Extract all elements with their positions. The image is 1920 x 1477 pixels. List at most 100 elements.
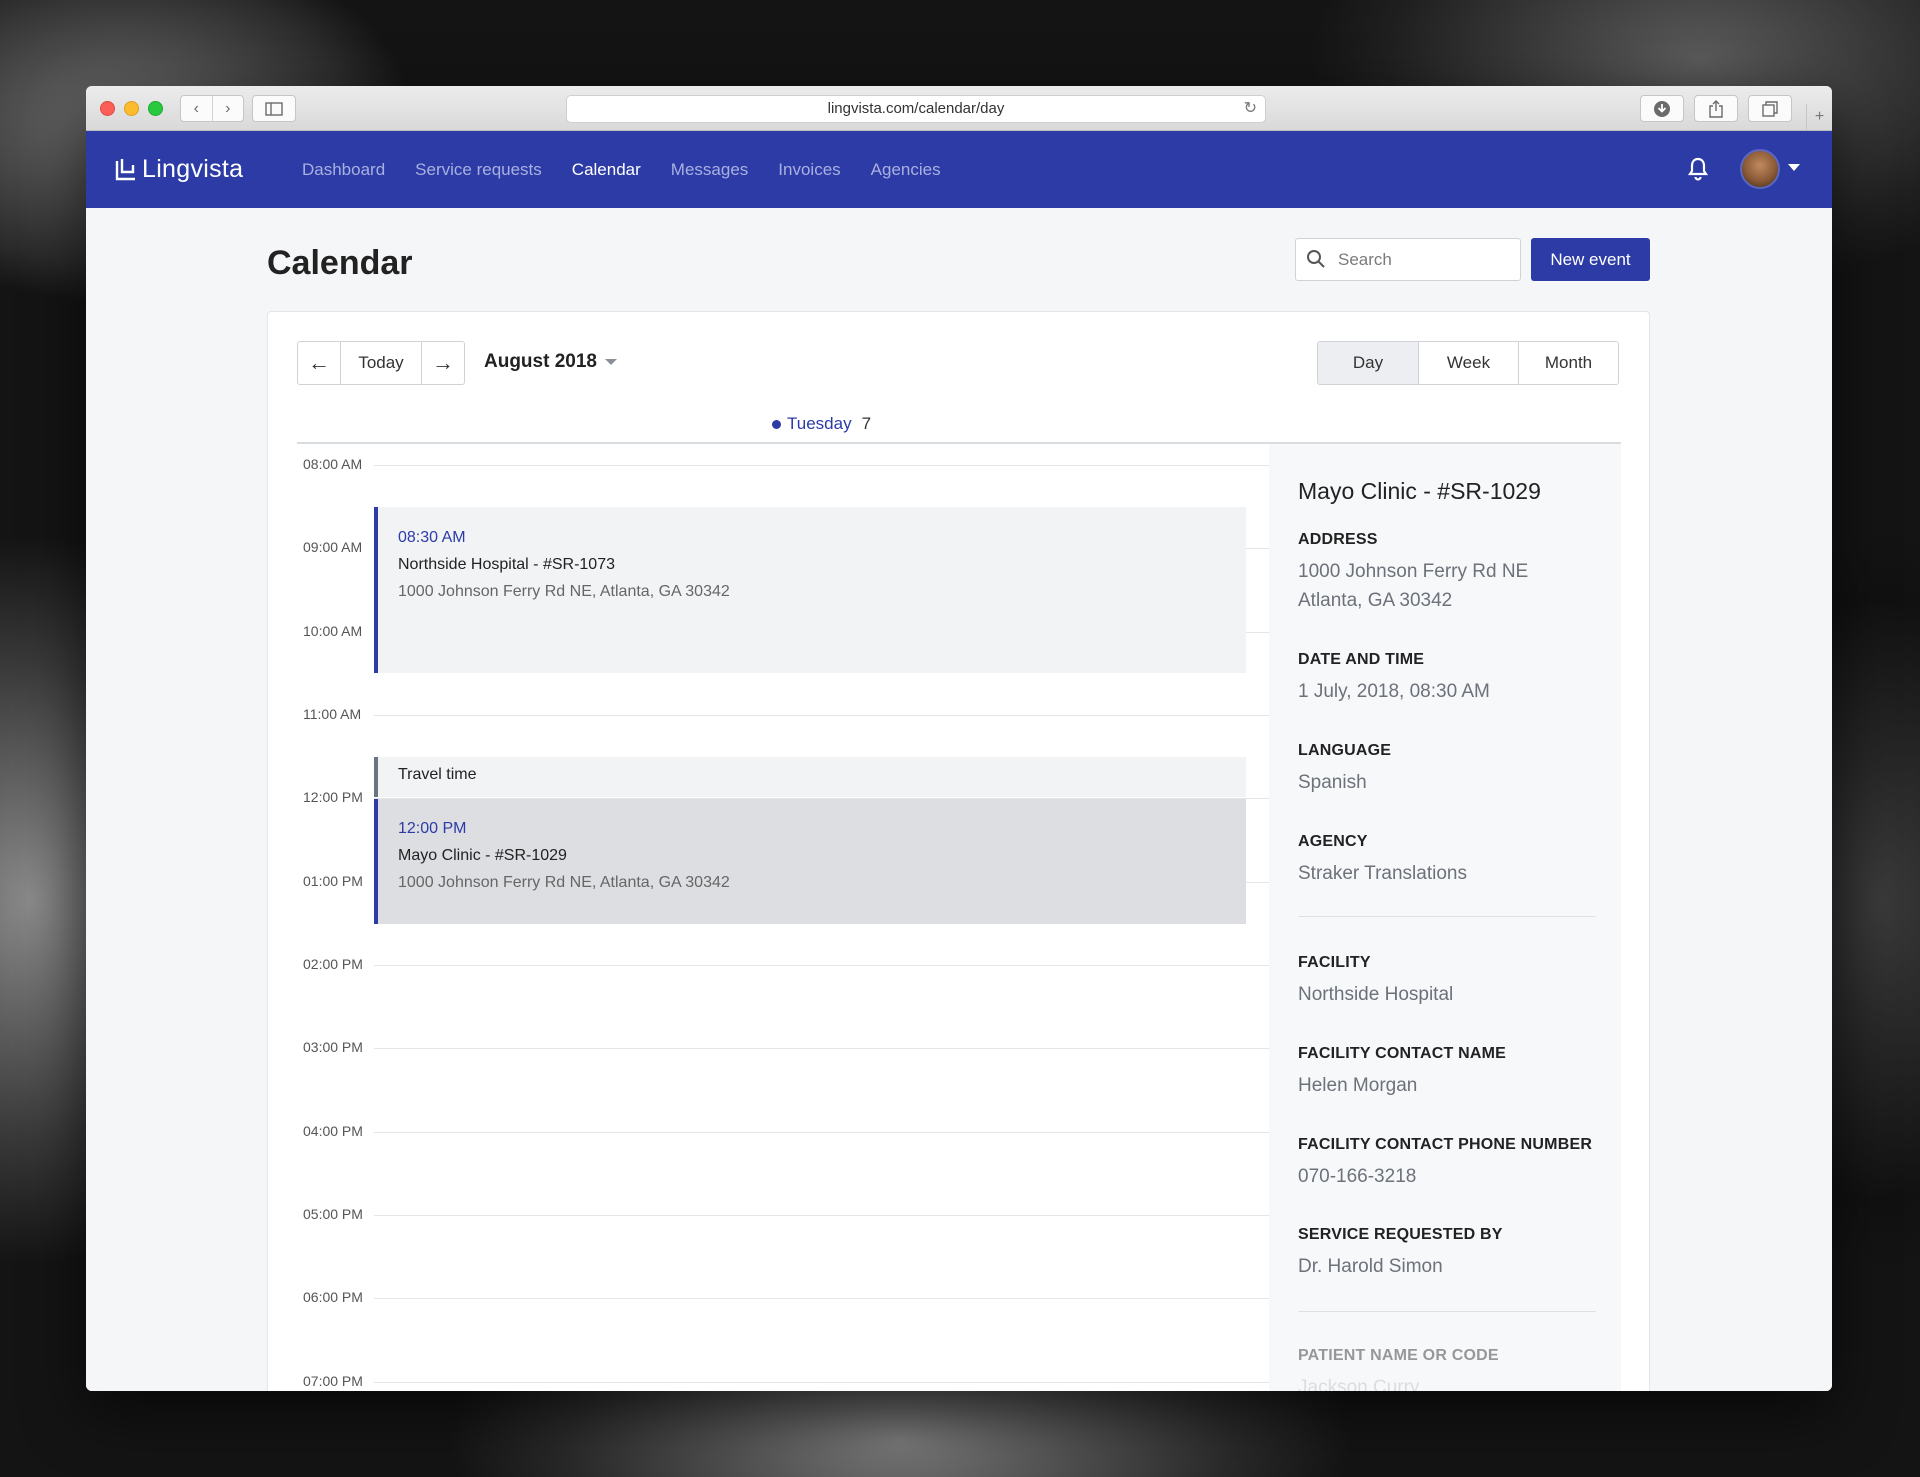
event-details-panel: Mayo Clinic - #SR-1029 ADDRESS 1000 John… (1269, 444, 1621, 1391)
hour-line (374, 1298, 1269, 1299)
lingvista-logo-icon (115, 158, 135, 180)
hour-line (374, 1132, 1269, 1133)
contact-phone-label: FACILITY CONTACT PHONE NUMBER (1298, 1136, 1593, 1153)
hour-line (374, 465, 1269, 466)
today-button[interactable]: Today (340, 342, 422, 384)
browser-toolbar: ‹ › lingvista.com/calendar/day ↻ + (86, 86, 1832, 131)
calendar-page: Calendar New event ← Today → August 2018… (86, 208, 1832, 1391)
user-avatar[interactable] (1740, 149, 1780, 189)
travel-time-label: Travel time (398, 766, 477, 783)
search-input[interactable] (1338, 245, 1513, 274)
time-slot: 08:00 AM (297, 456, 1269, 472)
downloads-button[interactable] (1640, 95, 1684, 122)
patient-value: Jackson Curry (1298, 1377, 1420, 1391)
address-line-1: 1000 Johnson Ferry Rd NE (1298, 561, 1529, 582)
history-buttons: ‹ › (180, 95, 244, 122)
share-button[interactable] (1694, 95, 1738, 122)
time-slot: 07:00 PM (297, 1373, 1269, 1389)
time-label: 04:00 PM (303, 1123, 363, 1139)
hour-line (374, 715, 1269, 716)
hour-line (374, 1382, 1269, 1383)
time-label: 11:00 AM (303, 706, 362, 722)
back-arrow-icon[interactable]: ‹ (181, 96, 212, 121)
next-day-button[interactable]: → (422, 342, 464, 384)
day-number: 7 (861, 414, 872, 433)
time-label: 02:00 PM (303, 956, 363, 972)
window-controls (100, 101, 163, 116)
previous-day-button[interactable]: ← (298, 342, 340, 384)
nav-messages[interactable]: Messages (671, 160, 748, 180)
time-label: 06:00 PM (303, 1289, 363, 1305)
new-tab-button[interactable]: + (1806, 104, 1832, 130)
forward-arrow-icon[interactable]: › (211, 96, 244, 121)
calendar-card: ← Today → August 2018 Day Week Month Tue… (267, 311, 1650, 1391)
time-label: 01:00 PM (303, 873, 363, 889)
notifications-bell-icon[interactable] (1686, 156, 1710, 182)
view-week-button[interactable]: Week (1418, 342, 1518, 384)
event-time: 12:00 PM (398, 820, 467, 837)
sidebar-toggle-button[interactable] (252, 95, 296, 122)
nav-calendar[interactable]: Calendar (572, 160, 641, 180)
sidebar-icon (265, 101, 283, 116)
user-menu-caret-icon[interactable] (1788, 164, 1800, 171)
hour-line (374, 965, 1269, 966)
address-bar[interactable]: lingvista.com/calendar/day ↻ (566, 95, 1266, 123)
tabs-overview-button[interactable] (1748, 95, 1792, 122)
agency-value: Straker Translations (1298, 863, 1467, 884)
view-day-button[interactable]: Day (1318, 342, 1418, 384)
close-window-button[interactable] (100, 101, 115, 116)
url-text: lingvista.com/calendar/day (827, 100, 1005, 117)
contact-name-label: FACILITY CONTACT NAME (1298, 1045, 1507, 1062)
nav-invoices[interactable]: Invoices (778, 160, 840, 180)
brand-logo[interactable]: Lingvista (114, 155, 243, 184)
facility-label: FACILITY (1298, 954, 1371, 971)
month-label: August 2018 (484, 351, 597, 372)
datetime-value: 1 July, 2018, 08:30 AM (1298, 681, 1490, 702)
time-label: 05:00 PM (303, 1206, 363, 1222)
address-label: ADDRESS (1298, 531, 1378, 548)
day-timeline: 08:00 AM 09:00 AM 10:00 AM 11:00 AM 12:0… (297, 444, 1269, 1391)
time-slot: 05:00 PM (297, 1206, 1269, 1222)
travel-time-block[interactable]: Travel time (374, 757, 1246, 797)
time-label: 08:00 AM (303, 456, 363, 472)
time-label: 03:00 PM (303, 1039, 363, 1055)
page-title: Calendar (267, 244, 413, 282)
reload-icon[interactable]: ↻ (1244, 96, 1257, 122)
event-title: Northside Hospital - #SR-1073 (398, 556, 615, 573)
date-pager: ← Today → (297, 341, 465, 385)
details-divider (1298, 1311, 1596, 1312)
language-label: LANGUAGE (1298, 742, 1392, 759)
facility-value: Northside Hospital (1298, 984, 1454, 1005)
search-icon (1307, 250, 1325, 268)
event-northside-hospital[interactable]: 08:30 AM Northside Hospital - #SR-1073 1… (374, 507, 1246, 673)
day-name: Tuesday (787, 414, 852, 433)
download-icon (1654, 100, 1670, 117)
time-slot: 11:00 AM (297, 706, 1269, 722)
address-line-2: Atlanta, GA 30342 (1298, 590, 1453, 611)
view-switcher: Day Week Month (1317, 341, 1619, 385)
datetime-label: DATE AND TIME (1298, 651, 1425, 668)
time-slot: 06:00 PM (297, 1289, 1269, 1305)
view-month-button[interactable]: Month (1518, 342, 1618, 384)
time-slot: 02:00 PM (297, 956, 1269, 972)
time-label: 12:00 PM (303, 789, 363, 805)
main-menu: Dashboard Service requests Calendar Mess… (302, 131, 971, 208)
arrow-left-icon: ← (308, 350, 330, 375)
requested-by-label: SERVICE REQUESTED BY (1298, 1226, 1503, 1243)
event-mayo-clinic[interactable]: 12:00 PM Mayo Clinic - #SR-1029 1000 Joh… (374, 799, 1246, 924)
nav-service-requests[interactable]: Service requests (415, 160, 542, 180)
minimize-window-button[interactable] (124, 101, 139, 116)
time-label: 09:00 AM (303, 539, 363, 555)
month-dropdown[interactable]: August 2018 (484, 351, 617, 373)
new-event-button[interactable]: New event (1531, 238, 1650, 281)
time-slot: 03:00 PM (297, 1039, 1269, 1055)
nav-dashboard[interactable]: Dashboard (302, 160, 385, 180)
hour-line (374, 1048, 1269, 1049)
today-dot-icon (772, 419, 781, 429)
maximize-window-button[interactable] (148, 101, 163, 116)
nav-agencies[interactable]: Agencies (871, 160, 941, 180)
time-slot: 04:00 PM (297, 1123, 1269, 1139)
event-time: 08:30 AM (398, 529, 466, 546)
contact-name-value: Helen Morgan (1298, 1075, 1418, 1096)
requested-by-value: Dr. Harold Simon (1298, 1256, 1443, 1277)
